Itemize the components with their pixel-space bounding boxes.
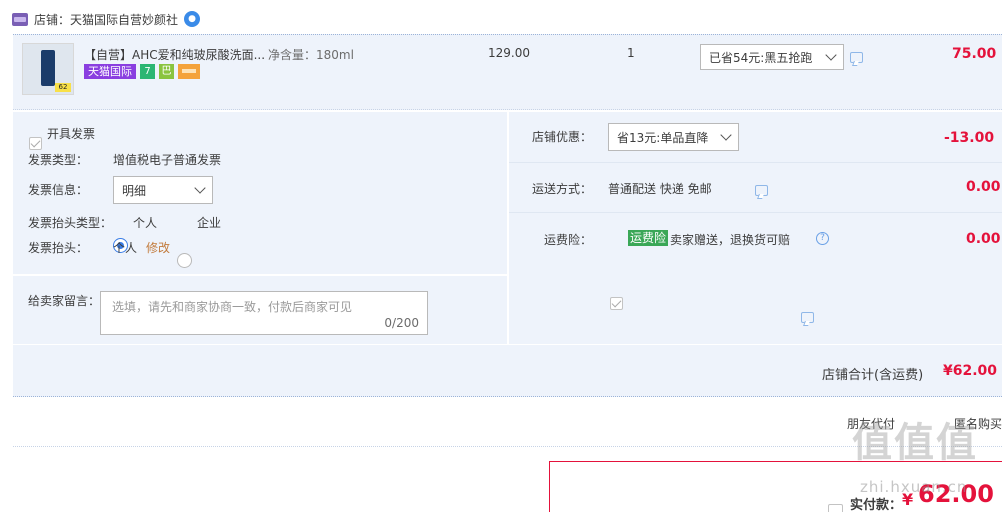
- invoice-open-label: 开具发票: [47, 127, 96, 141]
- unit-price: 129.00: [488, 46, 530, 60]
- insurance-label: 运费险：: [544, 233, 593, 247]
- divider: [509, 212, 1002, 213]
- shop-discount-label: 店铺优惠：: [532, 130, 593, 144]
- shipping-value: 普通配送 快递 免邮: [608, 182, 712, 196]
- radio-personal-label[interactable]: 个人: [133, 214, 157, 231]
- watermark-url: zhi.hxuan.cn: [860, 478, 968, 496]
- invoice-info-label: 发票信息：: [28, 183, 89, 197]
- message-textarea[interactable]: 选填，请先和商家协商一致，付款后商家可见 0/200: [100, 291, 428, 335]
- card-badge-icon: [178, 64, 200, 79]
- invoice-header-type-label: 发票抬头类型：: [28, 216, 113, 230]
- insurance-checkbox[interactable]: [610, 297, 623, 310]
- invoice-type-value: 增值税电子普通发票: [113, 153, 222, 167]
- help-icon[interactable]: ?: [816, 232, 829, 245]
- promo-select[interactable]: 已省54元:黑五抢跑: [700, 44, 844, 70]
- discount-comment-icon[interactable]: [755, 185, 768, 196]
- shop-icon: [12, 12, 28, 26]
- shop-name[interactable]: 店铺：天猫国际自营妙颜社: [34, 11, 178, 28]
- chevron-down-icon: [194, 182, 206, 194]
- message-char-count: 0/200: [384, 316, 419, 330]
- thumb-tag: 62: [55, 83, 71, 92]
- item-total: 75.00: [952, 46, 997, 62]
- store-total-label: 店铺合计(含运费): [822, 368, 924, 383]
- item-spec: 净含量：180ml: [268, 48, 354, 62]
- promo-comment-icon[interactable]: [850, 52, 863, 63]
- chevron-down-icon: [720, 129, 732, 141]
- product-thumbnail[interactable]: 62: [22, 43, 74, 95]
- invoice-checkbox[interactable]: [29, 137, 42, 150]
- invoice-header-value: 个人: [113, 241, 138, 255]
- watermark: 值值值: [852, 420, 978, 466]
- shop-discount-amount: -13.00: [944, 130, 995, 146]
- shipping-amount: 0.00: [966, 179, 1001, 195]
- invoice-edit-link[interactable]: 修改: [146, 239, 170, 256]
- shipping-label: 运送方式：: [532, 182, 593, 196]
- seven-day-return-badge: 7: [140, 64, 155, 79]
- product-image: [41, 50, 55, 86]
- chevron-down-icon: [825, 49, 837, 61]
- payment-label: 实付款：: [850, 498, 903, 512]
- insurance-desc: 卖家赠送，退换货可赔: [670, 233, 791, 247]
- invoice-header-label: 发票抬头：: [28, 241, 89, 255]
- divider: [509, 162, 1002, 163]
- shop-discount-select[interactable]: 省13元:单品直降: [608, 123, 739, 151]
- tmall-intl-badge: 天猫国际: [84, 64, 136, 79]
- radio-company-label[interactable]: 企业: [197, 214, 221, 231]
- insurance-comment-icon[interactable]: [801, 312, 814, 323]
- insurance-amount: 0.00: [966, 231, 1001, 247]
- quantity: 1: [627, 46, 635, 60]
- store-total-amount: ¥62.00: [943, 363, 998, 379]
- invoice-type-label: 发票类型：: [28, 153, 89, 167]
- shop-header: 店铺：天猫国际自营妙颜社 ●: [12, 10, 201, 28]
- item-badges: 天猫国际 7 巴: [84, 64, 200, 79]
- message-placeholder: 选填，请先和商家协商一致，付款后商家可见: [112, 300, 353, 314]
- invoice-info-select[interactable]: 明细: [113, 176, 213, 204]
- insurance-tag: 运费险: [628, 230, 669, 246]
- chat-icon[interactable]: ●: [184, 11, 201, 27]
- radio-company[interactable]: [177, 253, 192, 268]
- shop-discount-value: 省13元:单品直降: [617, 130, 709, 145]
- promo-select-value: 已省54元:黑五抢跑: [709, 50, 813, 65]
- message-label: 给卖家留言：: [28, 294, 101, 308]
- item-title[interactable]: 【自营】AHC爱和纯玻尿酸洗面...: [84, 46, 265, 63]
- service-badge: 巴: [159, 64, 174, 79]
- invoice-info-value: 明细: [122, 183, 147, 198]
- order-summary-panel: [509, 112, 1002, 344]
